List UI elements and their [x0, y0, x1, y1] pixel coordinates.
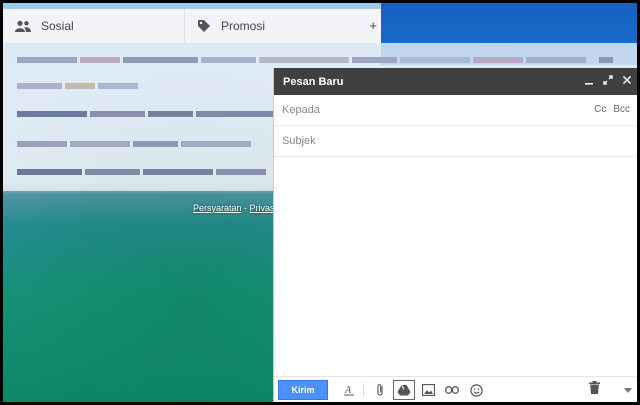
- tab-promosi[interactable]: Promosi +: [185, 9, 381, 43]
- to-placeholder: Kepada: [282, 104, 320, 116]
- emoji-icon: [469, 383, 483, 397]
- formatting-button[interactable]: A: [338, 380, 360, 400]
- add-tab-button[interactable]: +: [369, 18, 377, 33]
- drive-button[interactable]: [393, 380, 415, 400]
- toolbar-divider: [363, 383, 364, 397]
- close-icon[interactable]: [622, 75, 632, 85]
- paperclip-icon: [377, 384, 383, 396]
- drive-icon: [397, 384, 411, 396]
- send-button[interactable]: Kirim: [278, 380, 328, 400]
- svg-text:A: A: [344, 385, 352, 396]
- cc-bcc-links: Cc Bcc: [594, 104, 630, 115]
- tag-icon: [198, 20, 210, 32]
- image-icon: [421, 384, 435, 396]
- tab-sosial[interactable]: Sosial: [3, 9, 185, 43]
- email-row[interactable]: [17, 57, 617, 65]
- bcc-link[interactable]: Bcc: [613, 104, 630, 115]
- category-tabs: Sosial Promosi +: [3, 9, 381, 43]
- insert-photo-button[interactable]: [417, 380, 439, 400]
- insert-emoji-button[interactable]: [465, 380, 487, 400]
- tab-sosial-label: Sosial: [41, 19, 74, 33]
- email-row[interactable]: [17, 141, 277, 149]
- subject-placeholder: Subjek: [282, 135, 316, 147]
- trash-icon: [589, 381, 600, 394]
- insert-link-button[interactable]: [441, 380, 463, 400]
- email-row[interactable]: [17, 83, 157, 91]
- terms-link[interactable]: Persyaratan: [193, 203, 242, 213]
- screen-frame: Sosial Promosi + Persyaratan - Privasi P…: [0, 0, 640, 405]
- subject-field[interactable]: Subjek: [274, 126, 637, 157]
- discard-button[interactable]: [589, 381, 600, 399]
- more-options-button[interactable]: [624, 385, 632, 395]
- text-format-icon: A: [344, 385, 354, 396]
- message-body[interactable]: [274, 156, 637, 378]
- compose-header[interactable]: Pesan Baru: [274, 68, 637, 95]
- link-icon: [445, 386, 459, 394]
- expand-icon[interactable]: [603, 75, 613, 85]
- tab-promosi-label: Promosi: [221, 19, 266, 33]
- footer-links: Persyaratan - Privasi: [193, 203, 277, 213]
- compose-window-controls: [584, 75, 632, 85]
- chevron-down-icon: [624, 388, 632, 393]
- compose-title: Pesan Baru: [283, 75, 344, 88]
- compose-window: Pesan Baru Kepada Cc Bcc Subjek Kirim A: [273, 68, 637, 402]
- to-field[interactable]: Kepada Cc Bcc: [274, 95, 637, 126]
- people-icon: [15, 20, 31, 32]
- attach-button[interactable]: [369, 380, 391, 400]
- compose-toolbar: Kirim A: [274, 376, 637, 402]
- minimize-icon[interactable]: [584, 75, 594, 85]
- cc-link[interactable]: Cc: [594, 104, 606, 115]
- email-row[interactable]: [17, 169, 277, 177]
- footer-separator: -: [241, 203, 250, 213]
